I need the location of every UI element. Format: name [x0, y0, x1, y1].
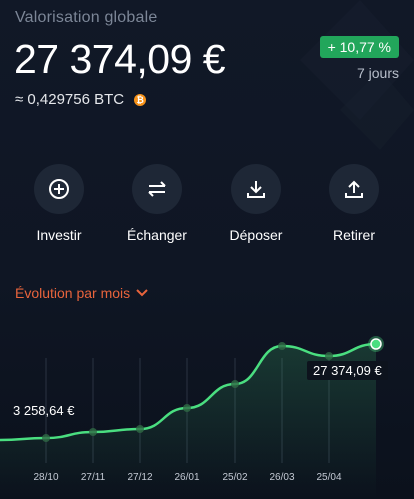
withdraw-label: Retirer	[332, 227, 375, 243]
data-point	[183, 404, 191, 412]
action-bar: Investir Échanger Déposer Retirer	[0, 164, 414, 244]
bitcoin-icon: ₿	[134, 93, 147, 106]
x-tick-label: 25/02	[222, 472, 248, 483]
deposit-button[interactable]: Déposer	[216, 164, 296, 243]
x-tick-label: 26/03	[269, 472, 295, 483]
exchange-button[interactable]: Échanger	[117, 164, 197, 243]
data-point	[231, 380, 239, 388]
x-tick-label: 27/12	[127, 472, 153, 483]
performance-badge: + 10,77 %	[319, 36, 399, 58]
data-point	[325, 352, 333, 360]
invest-label: Investir	[36, 227, 82, 243]
upload-icon	[329, 164, 379, 214]
period-label: 7 jours	[356, 65, 399, 81]
invest-button[interactable]: Investir	[19, 164, 99, 243]
chevron-down-icon	[136, 289, 148, 297]
overall-valuation-label: Valorisation globale	[15, 9, 158, 26]
exchange-label: Échanger	[127, 227, 187, 243]
x-tick-label: 25/04	[316, 472, 342, 483]
btc-equivalent: ≈ 0,429756 BTC	[15, 91, 125, 108]
x-tick-label: 28/10	[33, 472, 59, 483]
data-point	[42, 434, 50, 442]
x-tick-label: 26/01	[174, 472, 200, 483]
data-point	[136, 425, 144, 433]
chart-title: Évolution par mois	[15, 285, 131, 301]
chart-period-dropdown[interactable]: Évolution par mois	[15, 285, 148, 301]
x-tick-label: 27/11	[80, 472, 106, 483]
download-icon	[231, 164, 281, 214]
total-balance: 27 374,09 €	[14, 36, 226, 82]
btc-equivalent-row: ≈ 0,429756 BTC ₿	[15, 91, 147, 108]
deposit-label: Déposer	[229, 227, 283, 243]
plus-circle-icon	[34, 164, 84, 214]
swap-arrows-icon	[132, 164, 182, 214]
end-point	[370, 338, 382, 350]
data-point	[278, 342, 286, 350]
start-value-label: 3 258,64 €	[13, 403, 75, 418]
withdraw-button[interactable]: Retirer	[314, 164, 394, 243]
end-value-label: 27 374,09 €	[307, 361, 388, 380]
data-point	[89, 428, 97, 436]
